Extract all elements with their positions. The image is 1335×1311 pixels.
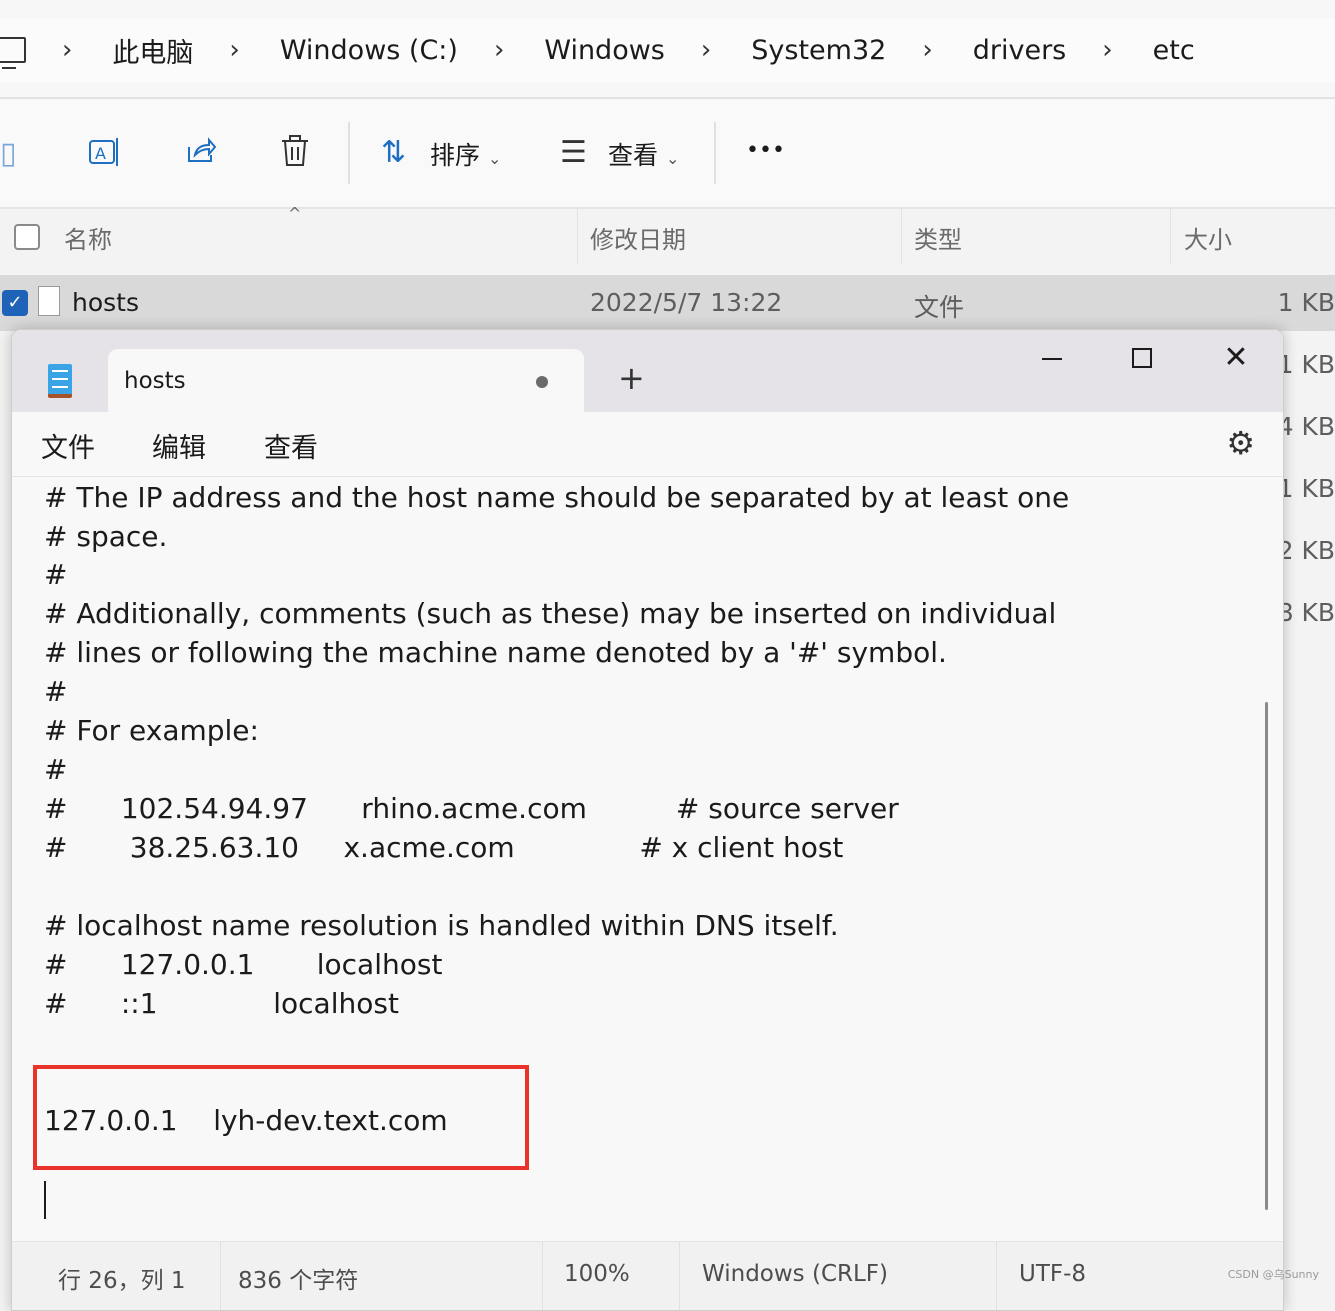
file-size: 1 KB [1277,288,1335,317]
divider [996,1242,997,1310]
chevron-right-icon[interactable]: › [62,35,72,65]
menu-edit[interactable]: 编辑 [152,426,206,465]
divider [0,97,1335,99]
file-size: 2 KB [1277,536,1335,565]
column-name[interactable]: 名称 [64,220,112,255]
text-line: # 127.0.0.1 localhost [44,948,443,981]
title-bar[interactable]: hosts + ✕ [12,330,1283,412]
chevron-right-icon[interactable]: › [701,35,711,65]
text-line: # [44,558,68,591]
divider [714,122,716,184]
divider [679,1242,680,1310]
chevron-right-icon[interactable]: › [922,35,932,65]
status-char-count: 836 个字符 [238,1268,359,1294]
minimize-icon [1042,358,1062,360]
view-label: 查看 [608,141,659,170]
divider [220,1242,221,1310]
breadcrumb-system32[interactable]: System32 [751,35,886,66]
maximize-button[interactable] [1112,340,1172,380]
text-line: # space. [44,520,168,553]
file-size: 1 KB [1277,474,1335,503]
file-size: 8 KB [1277,598,1335,627]
menu-file[interactable]: 文件 [41,426,95,465]
view-button[interactable]: 查看 ⌄ [608,136,679,172]
breadcrumb-etc[interactable]: etc [1153,35,1195,66]
text-line: # The IP address and the host name shoul… [44,481,1070,514]
chevron-down-icon: ⌄ [665,149,680,168]
breadcrumb-windows[interactable]: Windows [544,35,665,66]
delete-icon[interactable] [280,135,310,175]
view-icon[interactable]: ☰ [560,135,587,170]
status-encoding[interactable]: UTF-8 [1019,1261,1086,1287]
text-caret [44,1181,46,1219]
text-line: # [44,675,68,708]
text-line: # localhost name resolution is handled w… [44,909,839,942]
sort-button[interactable]: 排序 ⌄ [430,136,501,172]
file-modified: 2022/5/7 13:22 [590,288,783,317]
sort-label: 排序 [430,141,481,170]
chevron-right-icon[interactable]: › [1102,35,1112,65]
column-divider[interactable] [901,208,902,264]
file-size: 4 KB [1277,412,1335,441]
text-line: # ::1 localhost [44,987,399,1020]
more-button[interactable]: ••• [746,138,785,163]
close-button[interactable]: ✕ [1206,340,1266,380]
new-tab-button[interactable]: + [618,360,645,396]
paste-icon[interactable]: ▯ [0,136,17,171]
text-line: # [44,753,68,786]
column-divider[interactable] [577,208,578,264]
notepad-window: hosts + ✕ 文件 编辑 查看 ⚙ # The IP address an… [11,329,1284,1311]
select-all-checkbox[interactable] [14,224,40,250]
sort-icon[interactable]: ⇅ [381,135,406,170]
chevron-right-icon[interactable]: › [494,35,504,65]
status-cursor-position: 行 26，列 1 [58,1268,186,1294]
text-line: # 102.54.94.97 rhino.acme.com # source s… [44,792,899,825]
computer-icon [0,37,26,69]
file-name[interactable]: hosts [72,288,139,317]
chevron-right-icon[interactable]: › [229,35,239,65]
tab-title: hosts [124,368,186,394]
rename-icon[interactable]: A [88,135,122,177]
status-zoom[interactable]: 100% [564,1261,630,1287]
column-divider[interactable] [1170,208,1171,264]
unsaved-indicator-icon[interactable] [536,376,548,388]
svg-text:A: A [95,144,106,163]
divider [0,207,1335,209]
highlight-annotation [33,1065,529,1170]
close-icon: ✕ [1223,340,1249,375]
file-size: 1 KB [1277,350,1335,379]
column-type[interactable]: 类型 [914,220,962,255]
chevron-down-icon: ⌄ [487,149,502,168]
text-line: # 38.25.63.10 x.acme.com # x client host [44,831,844,864]
text-line: # Additionally, comments (such as these)… [44,597,1057,630]
divider [348,122,350,184]
menu-view[interactable]: 查看 [264,426,318,465]
maximize-icon [1132,348,1152,368]
sort-ascending-icon: ^ [288,204,302,223]
minimize-button[interactable] [1022,340,1082,380]
breadcrumb-drivers[interactable]: drivers [973,35,1067,66]
notepad-icon [48,364,72,398]
share-icon[interactable] [185,135,217,175]
menu-bar: 文件 编辑 查看 ⚙ [12,412,1283,477]
row-checkbox-checked[interactable]: ✓ [2,290,28,316]
status-line-ending[interactable]: Windows (CRLF) [702,1261,888,1287]
file-icon [38,286,60,316]
divider [542,1242,543,1310]
address-bar[interactable]: › 此电脑 › Windows (C:) › Windows › System3… [0,18,1335,82]
breadcrumb-c-drive[interactable]: Windows (C:) [280,35,458,66]
column-modified[interactable]: 修改日期 [590,220,686,255]
text-line: # For example: [44,714,259,747]
text-editor[interactable]: # The IP address and the host name shoul… [12,477,1283,1241]
status-bar: 行 26，列 1 836 个字符 100% Windows (CRLF) UTF… [12,1241,1283,1310]
vertical-scrollbar[interactable] [1265,702,1268,1210]
watermark: CSDN @乌Sunny [1227,1268,1319,1281]
breadcrumb-this-pc[interactable]: 此电脑 [112,31,193,70]
column-size[interactable]: 大小 [1184,220,1232,255]
tab-hosts[interactable]: hosts [108,349,584,412]
text-line: # lines or following the machine name de… [44,636,947,669]
file-type: 文件 [914,293,965,322]
settings-gear-icon[interactable]: ⚙ [1226,424,1255,462]
